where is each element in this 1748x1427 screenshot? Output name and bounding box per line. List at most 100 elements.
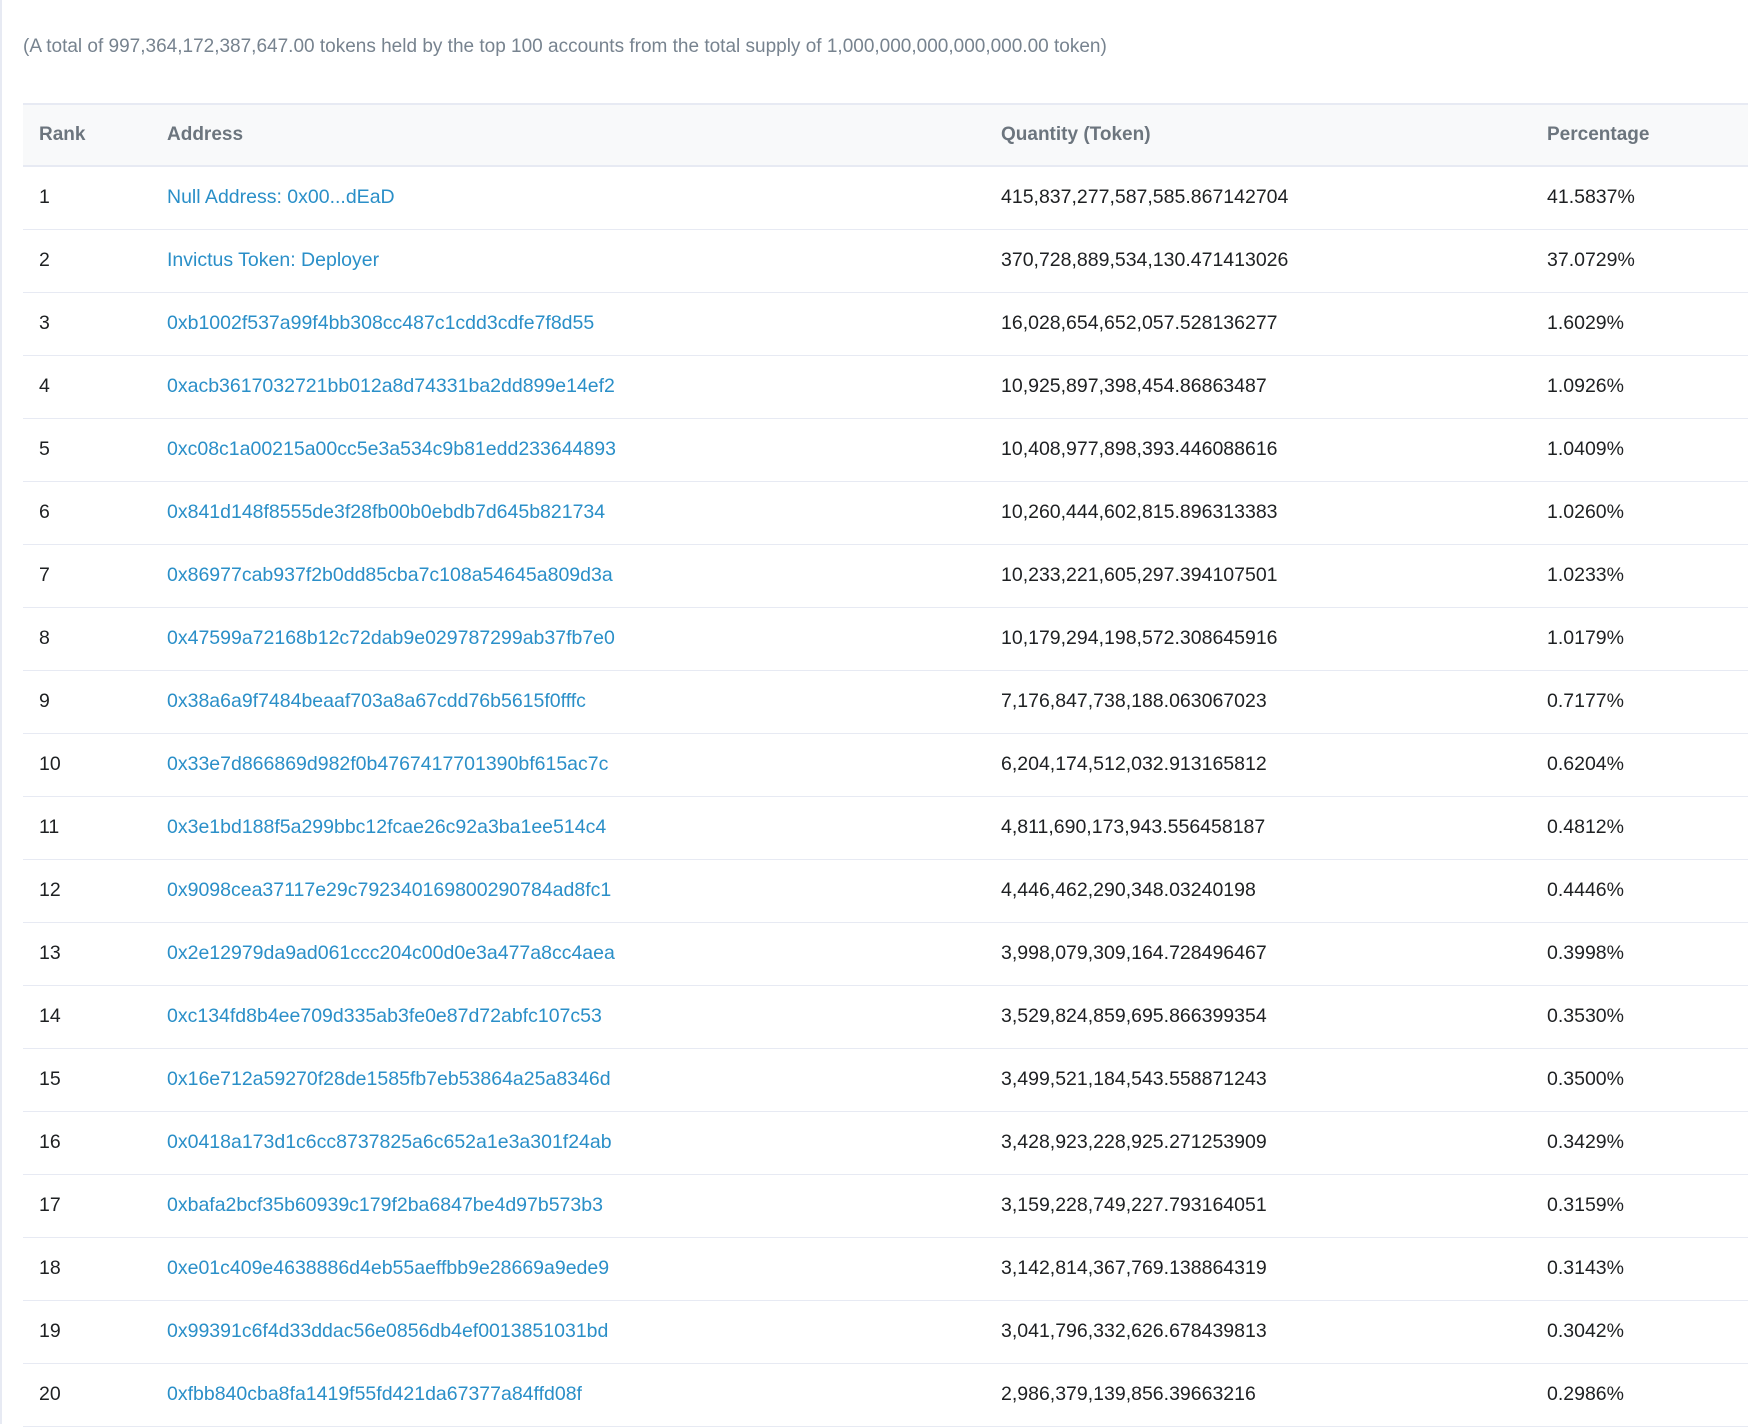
percentage-cell: 1.0260%: [1547, 481, 1748, 545]
rank-cell: 19: [23, 1300, 167, 1364]
address-link[interactable]: 0xbafa2bcf35b60939c179f2ba6847be4d97b573…: [167, 1194, 603, 1216]
percentage-cell: 0.2986%: [1547, 1363, 1748, 1427]
quantity-cell: 3,499,521,184,543.558871243: [1001, 1048, 1547, 1112]
rank-cell: 18: [23, 1237, 167, 1301]
address-link[interactable]: 0x2e12979da9ad061ccc204c00d0e3a477a8cc4a…: [167, 942, 615, 964]
percentage-cell: 1.0409%: [1547, 418, 1748, 482]
percentage-cell: 41.5837%: [1547, 166, 1748, 230]
quantity-cell: 16,028,654,652,057.528136277: [1001, 292, 1547, 356]
address-cell: 0x99391c6f4d33ddac56e0856db4ef0013851031…: [167, 1300, 1001, 1364]
address-link[interactable]: 0x9098cea37117e29c792340169800290784ad8f…: [167, 879, 611, 901]
table-row: 10 0x33e7d866869d982f0b4767417701390bf61…: [23, 733, 1748, 797]
quantity-cell: 10,233,221,605,297.394107501: [1001, 544, 1547, 608]
address-cell: 0xc134fd8b4ee709d335ab3fe0e87d72abfc107c…: [167, 985, 1001, 1049]
address-link[interactable]: Invictus Token: Deployer: [167, 249, 379, 271]
quantity-cell: 370,728,889,534,130.471413026: [1001, 229, 1547, 293]
summary-supply: 1,000,000,000,000,000.00: [826, 36, 1049, 57]
quantity-cell: 4,446,462,290,348.03240198: [1001, 859, 1547, 923]
table-row: 2 Invictus Token: Deployer 370,728,889,5…: [23, 229, 1748, 293]
percentage-cell: 1.0179%: [1547, 607, 1748, 671]
quantity-cell: 7,176,847,738,188.063067023: [1001, 670, 1547, 734]
address-cell: 0x38a6a9f7484beaaf703a8a67cdd76b5615f0ff…: [167, 670, 1001, 734]
address-link[interactable]: 0xe01c409e4638886d4eb55aeffbb9e28669a9ed…: [167, 1257, 609, 1279]
quantity-cell: 10,260,444,602,815.896313383: [1001, 481, 1547, 545]
percentage-cell: 37.0729%: [1547, 229, 1748, 293]
table-row: 14 0xc134fd8b4ee709d335ab3fe0e87d72abfc1…: [23, 985, 1748, 1049]
address-cell: 0x86977cab937f2b0dd85cba7c108a54645a809d…: [167, 544, 1001, 608]
address-link[interactable]: 0xfbb840cba8fa1419f55fd421da67377a84ffd0…: [167, 1383, 582, 1405]
address-link[interactable]: 0x33e7d866869d982f0b4767417701390bf615ac…: [167, 753, 608, 775]
address-cell: Invictus Token: Deployer: [167, 229, 1001, 293]
address-link[interactable]: Null Address: 0x00...dEaD: [167, 186, 395, 208]
rank-cell: 9: [23, 670, 167, 734]
rank-cell: 11: [23, 796, 167, 860]
address-cell: 0xfbb840cba8fa1419f55fd421da67377a84ffd0…: [167, 1363, 1001, 1427]
quantity-cell: 3,159,228,749,227.793164051: [1001, 1174, 1547, 1238]
table-row: 9 0x38a6a9f7484beaaf703a8a67cdd76b5615f0…: [23, 670, 1748, 734]
percentage-cell: 0.4812%: [1547, 796, 1748, 860]
address-link[interactable]: 0x3e1bd188f5a299bbc12fcae26c92a3ba1ee514…: [167, 816, 606, 838]
address-cell: 0xe01c409e4638886d4eb55aeffbb9e28669a9ed…: [167, 1237, 1001, 1301]
percentage-cell: 0.3500%: [1547, 1048, 1748, 1112]
table-row: 15 0x16e712a59270f28de1585fb7eb53864a25a…: [23, 1048, 1748, 1112]
percentage-cell: 0.3042%: [1547, 1300, 1748, 1364]
address-link[interactable]: 0x47599a72168b12c72dab9e029787299ab37fb7…: [167, 627, 615, 649]
address-cell: 0x9098cea37117e29c792340169800290784ad8f…: [167, 859, 1001, 923]
address-link[interactable]: 0x16e712a59270f28de1585fb7eb53864a25a834…: [167, 1068, 611, 1090]
percentage-cell: 0.3530%: [1547, 985, 1748, 1049]
quantity-cell: 4,811,690,173,943.556458187: [1001, 796, 1547, 860]
rank-cell: 16: [23, 1111, 167, 1175]
quantity-column-header: Quantity (Token): [1001, 103, 1547, 167]
percentage-cell: 1.0233%: [1547, 544, 1748, 608]
summary-prefix: (A total of: [23, 36, 109, 57]
percentage-cell: 0.6204%: [1547, 733, 1748, 797]
rank-cell: 13: [23, 922, 167, 986]
rank-cell: 7: [23, 544, 167, 608]
rank-cell: 3: [23, 292, 167, 356]
address-cell: 0xb1002f537a99f4bb308cc487c1cdd3cdfe7f8d…: [167, 292, 1001, 356]
rank-cell: 4: [23, 355, 167, 419]
table-row: 6 0x841d148f8555de3f28fb00b0ebdb7d645b82…: [23, 481, 1748, 545]
percentage-cell: 1.6029%: [1547, 292, 1748, 356]
summary-middle: tokens held by the top 100 accounts from…: [314, 36, 827, 57]
address-link[interactable]: 0xc08c1a00215a00cc5e3a534c9b81edd2336448…: [167, 438, 616, 460]
quantity-cell: 6,204,174,512,032.913165812: [1001, 733, 1547, 797]
address-link[interactable]: 0x99391c6f4d33ddac56e0856db4ef0013851031…: [167, 1320, 608, 1342]
address-link[interactable]: 0xb1002f537a99f4bb308cc487c1cdd3cdfe7f8d…: [167, 312, 594, 334]
address-link[interactable]: 0x38a6a9f7484beaaf703a8a67cdd76b5615f0ff…: [167, 690, 586, 712]
table-row: 8 0x47599a72168b12c72dab9e029787299ab37f…: [23, 607, 1748, 671]
quantity-cell: 2,986,379,139,856.39663216: [1001, 1363, 1547, 1427]
percentage-cell: 1.0926%: [1547, 355, 1748, 419]
table-row: 17 0xbafa2bcf35b60939c179f2ba6847be4d97b…: [23, 1174, 1748, 1238]
percentage-cell: 0.3143%: [1547, 1237, 1748, 1301]
table-row: 13 0x2e12979da9ad061ccc204c00d0e3a477a8c…: [23, 922, 1748, 986]
rank-cell: 14: [23, 985, 167, 1049]
table-row: 12 0x9098cea37117e29c792340169800290784a…: [23, 859, 1748, 923]
table-row: 3 0xb1002f537a99f4bb308cc487c1cdd3cdfe7f…: [23, 292, 1748, 356]
table-row: 1 Null Address: 0x00...dEaD 415,837,277,…: [23, 166, 1748, 230]
quantity-cell: 3,529,824,859,695.866399354: [1001, 985, 1547, 1049]
address-column-header: Address: [167, 103, 1001, 167]
rank-cell: 1: [23, 166, 167, 230]
quantity-cell: 3,142,814,367,769.138864319: [1001, 1237, 1547, 1301]
table-row: 11 0x3e1bd188f5a299bbc12fcae26c92a3ba1ee…: [23, 796, 1748, 860]
address-cell: 0x3e1bd188f5a299bbc12fcae26c92a3ba1ee514…: [167, 796, 1001, 860]
address-link[interactable]: 0x0418a173d1c6cc8737825a6c652a1e3a301f24…: [167, 1131, 612, 1153]
holders-summary: (A total of 997,364,172,387,647.00 token…: [23, 36, 1107, 58]
address-cell: 0xbafa2bcf35b60939c179f2ba6847be4d97b573…: [167, 1174, 1001, 1238]
rank-cell: 20: [23, 1363, 167, 1427]
address-link[interactable]: 0x86977cab937f2b0dd85cba7c108a54645a809d…: [167, 564, 613, 586]
address-cell: 0x33e7d866869d982f0b4767417701390bf615ac…: [167, 733, 1001, 797]
address-link[interactable]: 0xacb3617032721bb012a8d74331ba2dd899e14e…: [167, 375, 615, 397]
percentage-cell: 0.3159%: [1547, 1174, 1748, 1238]
address-link[interactable]: 0xc134fd8b4ee709d335ab3fe0e87d72abfc107c…: [167, 1005, 602, 1027]
token-holders-panel: (A total of 997,364,172,387,647.00 token…: [0, 0, 1748, 1427]
quantity-cell: 10,179,294,198,572.308645916: [1001, 607, 1547, 671]
table-row: 5 0xc08c1a00215a00cc5e3a534c9b81edd23364…: [23, 418, 1748, 482]
address-link[interactable]: 0x841d148f8555de3f28fb00b0ebdb7d645b8217…: [167, 501, 605, 523]
percentage-cell: 0.3998%: [1547, 922, 1748, 986]
quantity-cell: 415,837,277,587,585.867142704: [1001, 166, 1547, 230]
address-cell: 0x16e712a59270f28de1585fb7eb53864a25a834…: [167, 1048, 1001, 1112]
address-cell: 0x841d148f8555de3f28fb00b0ebdb7d645b8217…: [167, 481, 1001, 545]
rank-cell: 5: [23, 418, 167, 482]
